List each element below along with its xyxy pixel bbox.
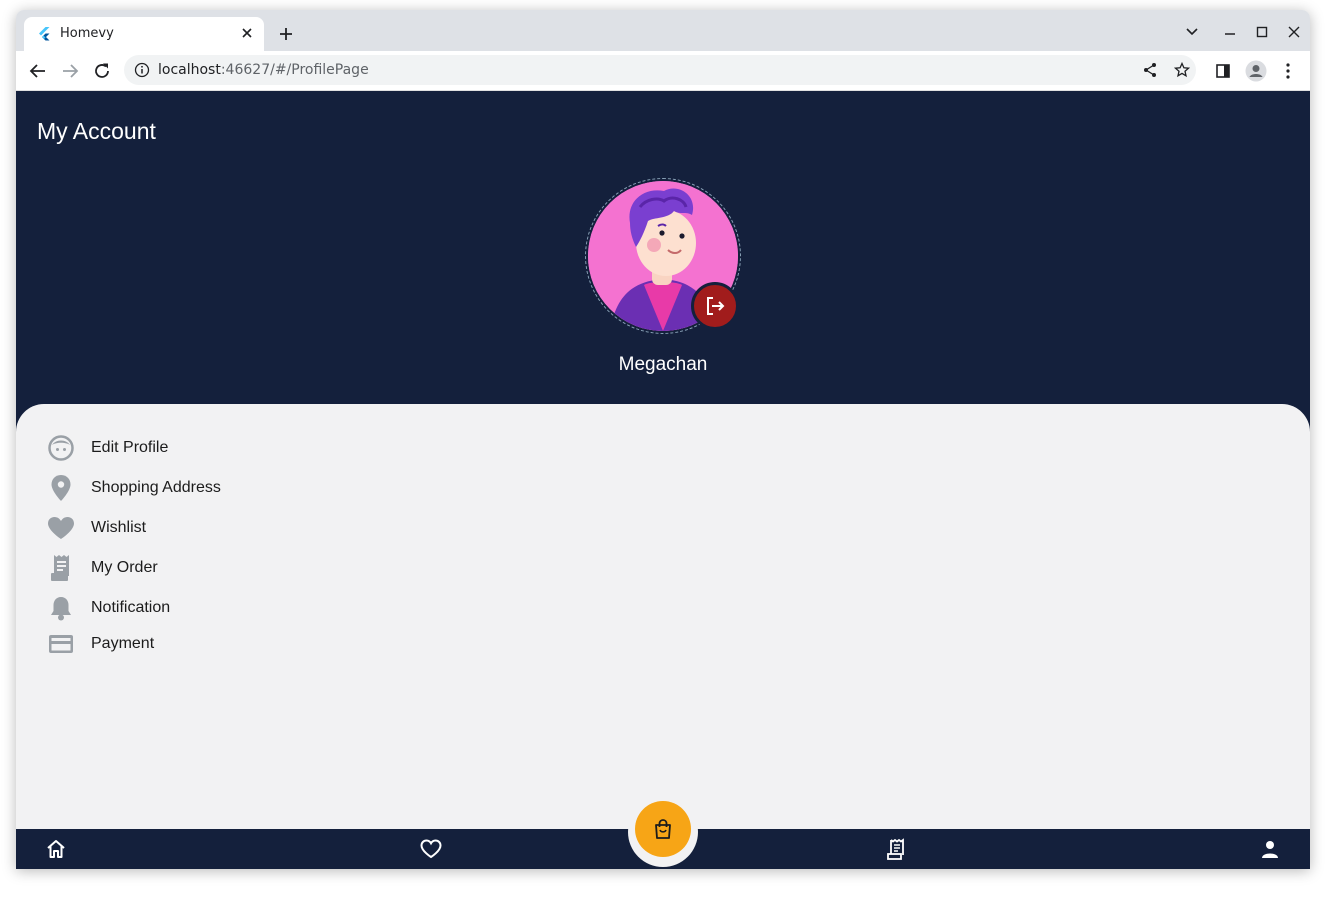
credit-card-icon xyxy=(46,629,76,659)
menu-item-edit-profile[interactable]: Edit Profile xyxy=(46,432,168,464)
menu-item-wishlist[interactable]: Wishlist xyxy=(46,512,146,544)
tab-title: Homevy xyxy=(60,26,114,41)
menu-item-payment[interactable]: Payment xyxy=(46,628,154,660)
logout-button[interactable] xyxy=(691,282,739,330)
page-title: My Account xyxy=(37,118,156,144)
new-tab-icon[interactable] xyxy=(276,24,296,44)
share-icon[interactable] xyxy=(1140,60,1160,80)
user-name: Megachan xyxy=(618,354,708,375)
tab-search-icon[interactable] xyxy=(1182,22,1202,42)
flutter-icon xyxy=(39,27,50,41)
avatar-container xyxy=(585,178,741,334)
bell-icon xyxy=(46,593,76,623)
receipt-icon xyxy=(46,553,76,583)
nav-orders-icon[interactable] xyxy=(884,837,908,861)
nav-home-icon[interactable] xyxy=(44,837,68,861)
heart-icon xyxy=(46,513,76,543)
cart-fab-button[interactable] xyxy=(635,801,691,857)
menu-label: Edit Profile xyxy=(91,439,169,456)
location-pin-icon xyxy=(46,473,76,503)
side-panel-icon[interactable] xyxy=(1211,59,1235,83)
browser-tab[interactable]: Homevy xyxy=(24,17,264,51)
tab-strip: Homevy xyxy=(16,10,1310,51)
address-bar[interactable]: localhost:46627/#/ProfilePage xyxy=(124,55,1196,85)
app-content: My Account Megachan Edit Profile Shoppin… xyxy=(16,91,1310,869)
nav-wishlist-icon[interactable] xyxy=(419,837,443,861)
logout-icon xyxy=(707,297,725,315)
menu-label: Shopping Address xyxy=(91,479,221,496)
menu-item-my-order[interactable]: My Order xyxy=(46,552,158,584)
info-icon[interactable] xyxy=(134,62,150,78)
menu-item-shopping-address[interactable]: Shopping Address xyxy=(46,472,221,504)
shopping-bag-icon xyxy=(655,819,671,839)
maximize-icon[interactable] xyxy=(1252,22,1272,42)
close-tab-icon[interactable] xyxy=(238,24,256,42)
face-icon xyxy=(46,433,76,463)
menu-label: Payment xyxy=(91,635,155,652)
menu-item-notification[interactable]: Notification xyxy=(46,592,170,624)
profile-avatar-icon[interactable] xyxy=(1244,59,1268,83)
minimize-icon[interactable] xyxy=(1220,22,1240,42)
menu-label: Notification xyxy=(91,599,171,616)
reload-icon[interactable] xyxy=(90,59,114,83)
nav-profile-icon[interactable] xyxy=(1258,837,1282,861)
back-icon[interactable] xyxy=(26,59,50,83)
bookmark-star-icon[interactable] xyxy=(1172,60,1192,80)
forward-icon[interactable] xyxy=(58,59,82,83)
menu-label: Wishlist xyxy=(91,519,147,536)
browser-window: Homevy localhost:46627/#/ProfilePage My … xyxy=(16,10,1310,869)
browser-toolbar: localhost:46627/#/ProfilePage xyxy=(16,51,1310,91)
menu-label: My Order xyxy=(91,559,158,576)
kebab-menu-icon[interactable] xyxy=(1276,59,1300,83)
profile-menu-panel: Edit Profile Shopping Address Wishlist M… xyxy=(16,404,1310,829)
close-window-icon[interactable] xyxy=(1284,22,1304,42)
url-text[interactable]: localhost:46627/#/ProfilePage xyxy=(158,62,369,78)
